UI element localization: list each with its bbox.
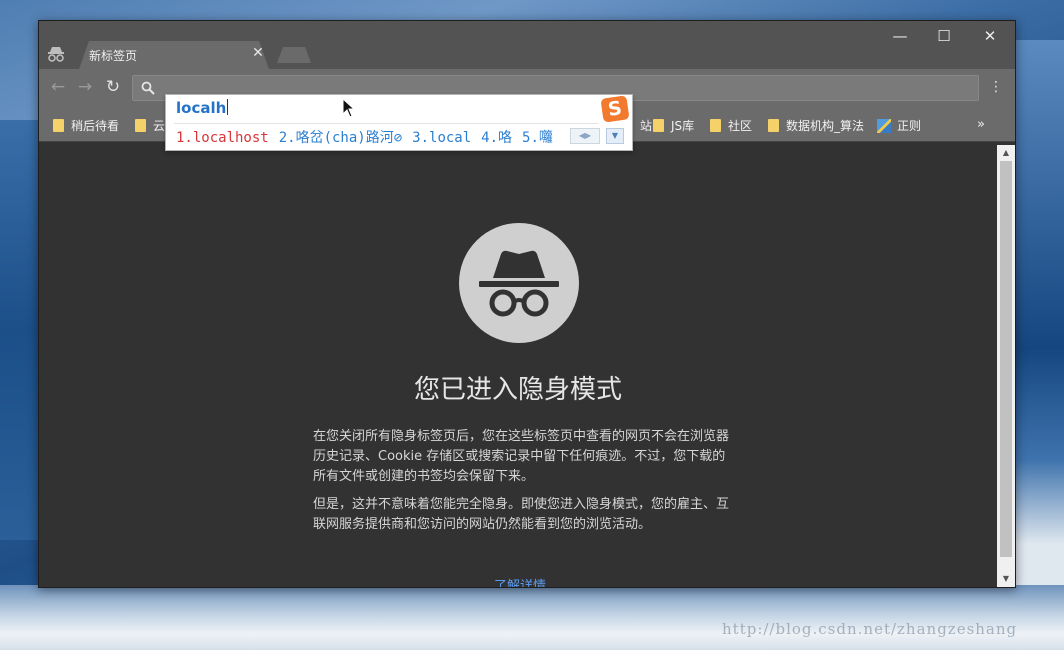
bookmark-item[interactable]: 数据机构_算法 bbox=[768, 117, 864, 135]
ime-composition: localh bbox=[176, 99, 229, 117]
reload-button[interactable]: ↻ bbox=[103, 77, 123, 97]
title-bar: 新标签页 ✕ — ☐ ✕ bbox=[39, 21, 1015, 69]
desktop-wallpaper-bottom bbox=[0, 585, 1064, 650]
ime-candidate[interactable]: 2.咯岔(cha)路河⊘ bbox=[279, 127, 402, 147]
watermark: http://blog.csdn.net/zhangzeshang bbox=[722, 620, 1018, 638]
scroll-up-arrow-icon[interactable]: ▲ bbox=[997, 147, 1015, 159]
forward-button[interactable]: → bbox=[75, 77, 95, 97]
text-caret bbox=[227, 99, 229, 115]
tab-title: 新标签页 bbox=[89, 49, 138, 63]
ime-divider bbox=[174, 123, 598, 124]
page-icon bbox=[877, 119, 891, 133]
incognito-warning: 但是，这并不意味着您能完全隐身。即使您进入隐身模式，您的雇主、互联网服务提供商和… bbox=[313, 497, 730, 532]
incognito-icon bbox=[459, 223, 579, 343]
new-tab-button[interactable] bbox=[277, 47, 311, 63]
search-icon bbox=[141, 81, 155, 95]
bookmark-label: 稍后待看 bbox=[71, 119, 120, 133]
bookmark-label: 站 bbox=[640, 119, 653, 133]
ime-candidate[interactable]: 1.localhost bbox=[176, 130, 269, 146]
back-button[interactable]: ← bbox=[48, 77, 68, 97]
bookmark-item[interactable]: 社区 bbox=[710, 117, 752, 135]
ime-expand-icon[interactable]: ▼ bbox=[606, 128, 624, 144]
ime-page-arrows-icon[interactable]: ◀▶ bbox=[570, 128, 600, 144]
maximize-button[interactable]: ☐ bbox=[921, 25, 967, 47]
tab-close-icon[interactable]: ✕ bbox=[249, 45, 267, 61]
incognito-icon bbox=[48, 47, 64, 62]
desktop-wallpaper-right bbox=[1014, 40, 1064, 600]
sogou-logo-icon: S bbox=[600, 95, 630, 123]
bookmark-label: 正则 bbox=[897, 119, 922, 133]
close-window-button[interactable]: ✕ bbox=[967, 25, 1013, 47]
folder-icon bbox=[135, 119, 146, 132]
incognito-description: 在您关闭所有隐身标签页后，您在这些标签页中查看的网页不会在浏览器历史记录、Coo… bbox=[313, 429, 730, 484]
scrollbar[interactable]: ▲ ▼ bbox=[997, 145, 1015, 587]
ime-candidate[interactable]: 4.咯 bbox=[481, 127, 512, 147]
bookmark-item[interactable]: 正则 bbox=[877, 117, 921, 135]
bookmark-item[interactable]: 稍后待看 bbox=[53, 117, 119, 135]
folder-icon bbox=[653, 119, 664, 132]
page-title: 您已进入隐身模式 bbox=[413, 375, 622, 405]
bookmark-label: 云 bbox=[153, 119, 166, 133]
scroll-thumb[interactable] bbox=[1000, 161, 1012, 557]
folder-icon bbox=[768, 119, 779, 132]
menu-button[interactable]: ⋮ bbox=[989, 77, 1003, 97]
bookmark-item[interactable]: JS库 bbox=[653, 117, 694, 135]
ime-candidate[interactable]: 3.local bbox=[412, 130, 471, 146]
bookmark-item[interactable]: 云 bbox=[135, 117, 165, 135]
mouse-pointer-icon bbox=[342, 98, 356, 118]
ime-composition-text: localh bbox=[176, 99, 227, 117]
page-content: 您已进入隐身模式 在您关闭所有隐身标签页后，您在这些标签页中查看的网页不会在浏览… bbox=[39, 145, 997, 587]
ime-candidate-list: 1.localhost 2.咯岔(cha)路河⊘ 3.local 4.咯 5.囖 bbox=[176, 127, 563, 147]
learn-more-link[interactable]: 了解详情 bbox=[494, 575, 546, 587]
bookmark-label: JS库 bbox=[671, 119, 695, 133]
ime-candidate[interactable]: 5.囖 bbox=[522, 127, 553, 147]
ime-candidate-window: localh S 1.localhost 2.咯岔(cha)路河⊘ 3.local 4… bbox=[165, 94, 633, 151]
minimize-button[interactable]: — bbox=[877, 25, 923, 47]
bookmark-label: 社区 bbox=[728, 119, 753, 133]
folder-icon bbox=[53, 119, 64, 132]
bookmark-label: 数据机构_算法 bbox=[786, 119, 865, 133]
scroll-down-arrow-icon[interactable]: ▼ bbox=[997, 573, 1015, 585]
bookmarks-overflow-button[interactable]: » bbox=[977, 117, 985, 132]
folder-icon bbox=[710, 119, 721, 132]
